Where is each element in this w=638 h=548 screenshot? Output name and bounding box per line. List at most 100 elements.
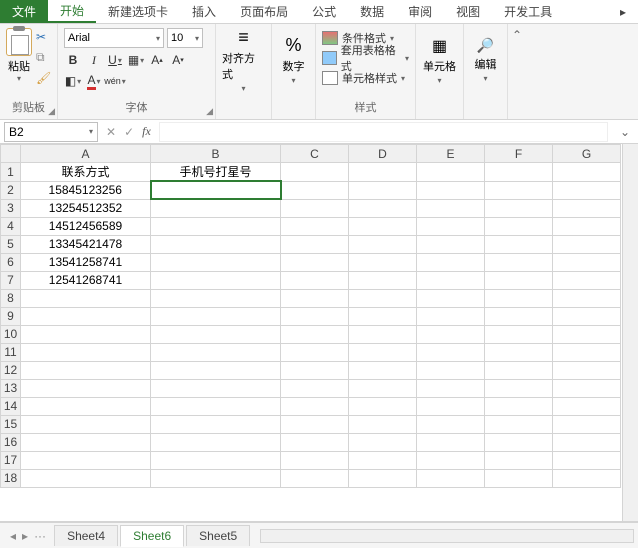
cell-A16[interactable]: [21, 433, 151, 451]
cell-C4[interactable]: [281, 217, 349, 235]
grow-font-button[interactable]: A▴: [148, 51, 166, 69]
vertical-scrollbar[interactable]: [622, 144, 638, 521]
row-header-18[interactable]: 18: [1, 469, 21, 487]
cell-E6[interactable]: [417, 253, 485, 271]
cell-D17[interactable]: [349, 451, 417, 469]
cell-A4[interactable]: 14512456589: [21, 217, 151, 235]
cell-C1[interactable]: [281, 163, 349, 182]
cell-G9[interactable]: [553, 307, 621, 325]
cell-F8[interactable]: [485, 289, 553, 307]
cell-G16[interactable]: [553, 433, 621, 451]
cell-A1[interactable]: 联系方式: [21, 163, 151, 182]
number-button[interactable]: % 数字 ▾: [278, 28, 309, 92]
cell-A17[interactable]: [21, 451, 151, 469]
cell-E13[interactable]: [417, 379, 485, 397]
cell-B9[interactable]: [151, 307, 281, 325]
cell-G15[interactable]: [553, 415, 621, 433]
cell-F11[interactable]: [485, 343, 553, 361]
sheet-tab-sheet5[interactable]: Sheet5: [186, 525, 250, 546]
cell-B2[interactable]: [151, 181, 281, 199]
cell-G4[interactable]: [553, 217, 621, 235]
cell-A12[interactable]: [21, 361, 151, 379]
font-color-button[interactable]: A▾: [85, 72, 103, 90]
cell-D12[interactable]: [349, 361, 417, 379]
tab-data[interactable]: 数据: [348, 0, 396, 23]
row-header-10[interactable]: 10: [1, 325, 21, 343]
select-all-cell[interactable]: [1, 145, 21, 163]
row-header-16[interactable]: 16: [1, 433, 21, 451]
cell-B13[interactable]: [151, 379, 281, 397]
name-box[interactable]: B2▾: [4, 122, 98, 142]
cell-F14[interactable]: [485, 397, 553, 415]
cell-A7[interactable]: 12541268741: [21, 271, 151, 289]
row-header-15[interactable]: 15: [1, 415, 21, 433]
collapse-ribbon-button[interactable]: ⌃: [508, 24, 526, 119]
cell-C6[interactable]: [281, 253, 349, 271]
col-header-G[interactable]: G: [553, 145, 621, 163]
cell-C12[interactable]: [281, 361, 349, 379]
cell-E11[interactable]: [417, 343, 485, 361]
border-button[interactable]: ▦▾: [127, 51, 145, 69]
cell-B16[interactable]: [151, 433, 281, 451]
cell-G5[interactable]: [553, 235, 621, 253]
cell-B11[interactable]: [151, 343, 281, 361]
cell-B17[interactable]: [151, 451, 281, 469]
cell-B4[interactable]: [151, 217, 281, 235]
cell-E3[interactable]: [417, 199, 485, 217]
shrink-font-button[interactable]: A▾: [169, 51, 187, 69]
table-format-button[interactable]: 套用表格格式▾: [322, 48, 409, 68]
cell-C2[interactable]: [281, 181, 349, 199]
tab-home[interactable]: 开始: [48, 0, 96, 23]
cell-D2[interactable]: [349, 181, 417, 199]
col-header-D[interactable]: D: [349, 145, 417, 163]
cell-G1[interactable]: [553, 163, 621, 182]
cell-C11[interactable]: [281, 343, 349, 361]
cell-G14[interactable]: [553, 397, 621, 415]
ribbon-overflow[interactable]: ▸: [608, 0, 638, 23]
cell-G13[interactable]: [553, 379, 621, 397]
cell-B8[interactable]: [151, 289, 281, 307]
cell-styles-button[interactable]: 单元格样式▾: [322, 68, 409, 88]
row-header-17[interactable]: 17: [1, 451, 21, 469]
cell-A14[interactable]: [21, 397, 151, 415]
cancel-formula-icon[interactable]: ✕: [106, 125, 116, 139]
cell-C13[interactable]: [281, 379, 349, 397]
cell-E9[interactable]: [417, 307, 485, 325]
row-header-12[interactable]: 12: [1, 361, 21, 379]
cell-D13[interactable]: [349, 379, 417, 397]
cell-D5[interactable]: [349, 235, 417, 253]
cell-G17[interactable]: [553, 451, 621, 469]
cell-E7[interactable]: [417, 271, 485, 289]
cell-E18[interactable]: [417, 469, 485, 487]
cell-C5[interactable]: [281, 235, 349, 253]
cell-E10[interactable]: [417, 325, 485, 343]
cell-E5[interactable]: [417, 235, 485, 253]
cell-F17[interactable]: [485, 451, 553, 469]
cell-C9[interactable]: [281, 307, 349, 325]
cell-F5[interactable]: [485, 235, 553, 253]
cell-G18[interactable]: [553, 469, 621, 487]
cell-F2[interactable]: [485, 181, 553, 199]
cell-G6[interactable]: [553, 253, 621, 271]
cell-F12[interactable]: [485, 361, 553, 379]
tab-newtab[interactable]: 新建选项卡: [96, 0, 180, 23]
sheet-nav-prev[interactable]: ◂: [10, 529, 16, 543]
cut-icon[interactable]: ✂: [36, 30, 51, 44]
bold-button[interactable]: B: [64, 51, 82, 69]
cell-A3[interactable]: 13254512352: [21, 199, 151, 217]
cell-A2[interactable]: 15845123256: [21, 181, 151, 199]
cell-F10[interactable]: [485, 325, 553, 343]
sheet-nav-more[interactable]: ···: [34, 529, 46, 543]
row-header-8[interactable]: 8: [1, 289, 21, 307]
edit-button[interactable]: 🔎 编辑 ▾: [470, 28, 501, 92]
cell-A15[interactable]: [21, 415, 151, 433]
underline-button[interactable]: U▾: [106, 51, 124, 69]
row-header-4[interactable]: 4: [1, 217, 21, 235]
cell-F3[interactable]: [485, 199, 553, 217]
row-header-1[interactable]: 1: [1, 163, 21, 182]
tab-formula[interactable]: 公式: [300, 0, 348, 23]
tab-dev[interactable]: 开发工具: [492, 0, 564, 23]
cell-C14[interactable]: [281, 397, 349, 415]
cell-F9[interactable]: [485, 307, 553, 325]
cell-A5[interactable]: 13345421478: [21, 235, 151, 253]
